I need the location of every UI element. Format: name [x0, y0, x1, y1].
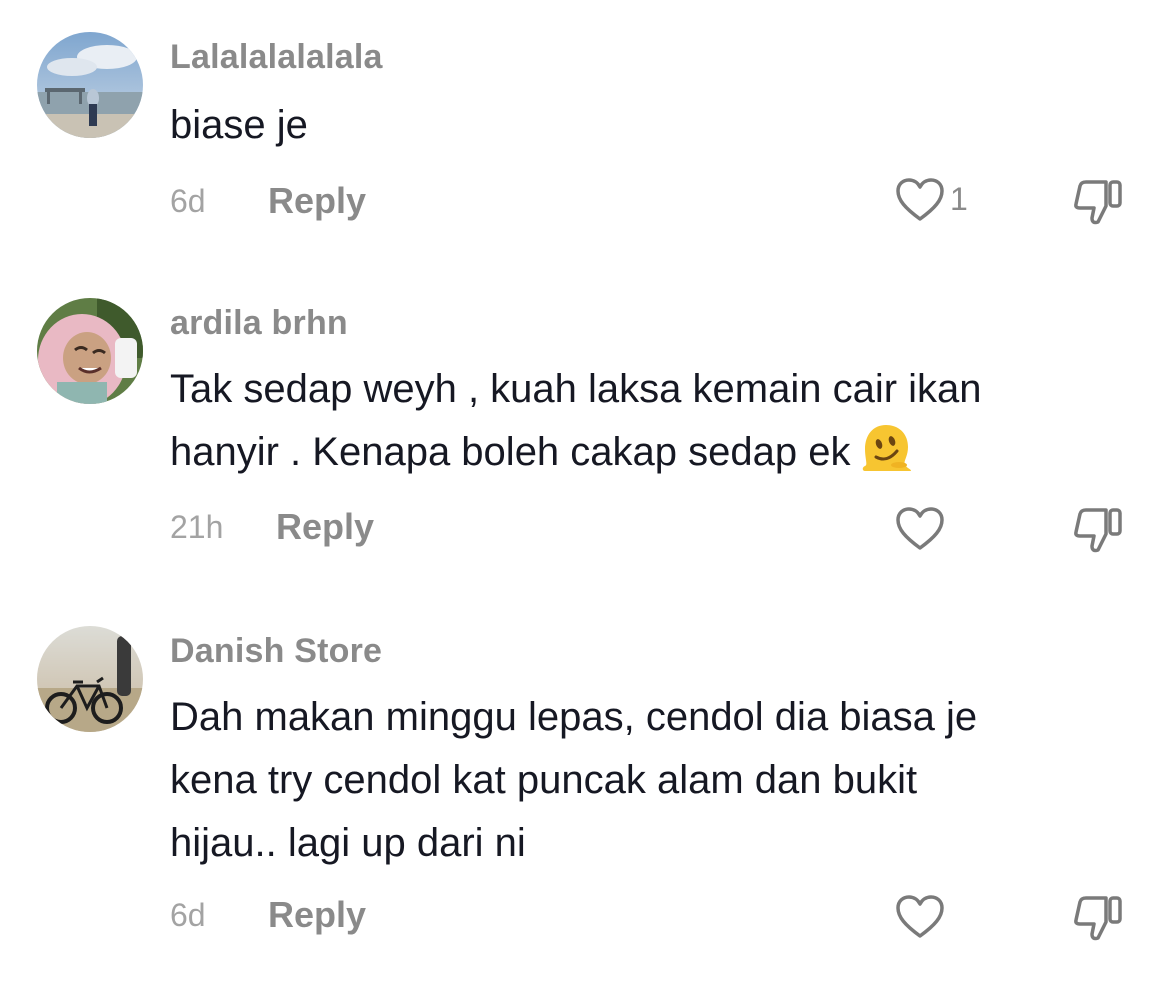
- melting-face-emoji-icon: [862, 425, 911, 471]
- user-avatar[interactable]: [37, 626, 143, 732]
- hijab-selfie-avatar-image: [37, 298, 143, 404]
- comment-timestamp: 6d: [170, 897, 206, 933]
- comment-text-line: Dah makan minggu lepas, cendol dia biasa…: [170, 695, 978, 739]
- comment-text: biase je: [170, 94, 1130, 157]
- like-count: 1: [950, 181, 968, 217]
- comment-timestamp: 6d: [170, 183, 206, 219]
- thumbs-down-outline-icon: [1074, 896, 1122, 941]
- bicycle-avatar-image: [37, 626, 143, 732]
- comment-username[interactable]: Danish Store: [170, 632, 382, 671]
- heart-outline-icon: [896, 895, 944, 938]
- comment-text-line: Tak sedap weyh , kuah laksa kemain cair …: [170, 367, 982, 411]
- dislike-button[interactable]: [1072, 894, 1124, 944]
- reply-button[interactable]: Reply: [268, 894, 366, 936]
- comment-text: Dah makan minggu lepas, cendol dia biasa…: [170, 686, 1130, 875]
- like-button[interactable]: [895, 506, 975, 556]
- comment-text-line: hanyir . Kenapa boleh cakap sedap ek: [170, 430, 851, 474]
- comment-text: Tak sedap weyh , kuah laksa kemain cair …: [170, 358, 1130, 484]
- user-avatar[interactable]: [37, 298, 143, 404]
- thumbs-down-outline-icon: [1074, 508, 1122, 553]
- comment-username[interactable]: Lalalalalalala: [170, 38, 383, 77]
- comment-text-line: hijau.. lagi up dari ni: [170, 821, 526, 865]
- beach-avatar-image: [37, 32, 143, 138]
- heart-outline-icon: [896, 178, 944, 221]
- comment-timestamp: 21h: [170, 509, 224, 545]
- dislike-button[interactable]: [1072, 506, 1124, 556]
- comment-text-line: kena try cendol kat puncak alam dan buki…: [170, 758, 918, 802]
- comment-username[interactable]: ardila brhn: [170, 304, 348, 343]
- dislike-button[interactable]: [1072, 178, 1124, 228]
- reply-button[interactable]: Reply: [268, 180, 366, 222]
- like-button[interactable]: [895, 894, 975, 944]
- heart-outline-icon: [896, 507, 944, 550]
- reply-button[interactable]: Reply: [276, 506, 374, 548]
- thumbs-down-outline-icon: [1074, 180, 1122, 225]
- user-avatar[interactable]: [37, 32, 143, 138]
- comment-text-line: biase je: [170, 103, 308, 147]
- comment-text-line-with-emoji: hanyir . Kenapa boleh cakap sedap ek: [170, 421, 1130, 484]
- like-button[interactable]: 1: [895, 177, 975, 227]
